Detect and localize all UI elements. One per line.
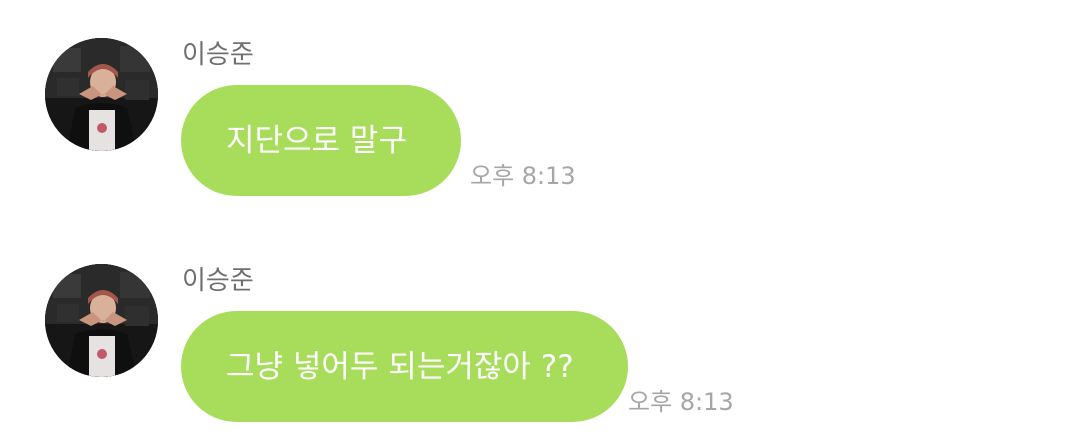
avatar[interactable] xyxy=(45,38,158,151)
message-bubble[interactable]: 지단으로 말구 xyxy=(181,85,461,196)
message-bubble[interactable]: 그냥 넣어두 되는거잖아 ?? xyxy=(181,311,628,422)
message-timestamp: 오후 8:13 xyxy=(470,162,576,190)
sender-name: 이승준 xyxy=(182,40,254,70)
sender-name: 이승준 xyxy=(182,266,254,296)
profile-photo-icon xyxy=(45,264,158,377)
message-text: 그냥 넣어두 되는거잖아 ?? xyxy=(226,348,574,385)
profile-photo-icon xyxy=(45,38,158,151)
avatar[interactable] xyxy=(45,264,158,377)
message-timestamp: 오후 8:13 xyxy=(628,388,734,416)
message-text: 지단으로 말구 xyxy=(226,122,407,159)
